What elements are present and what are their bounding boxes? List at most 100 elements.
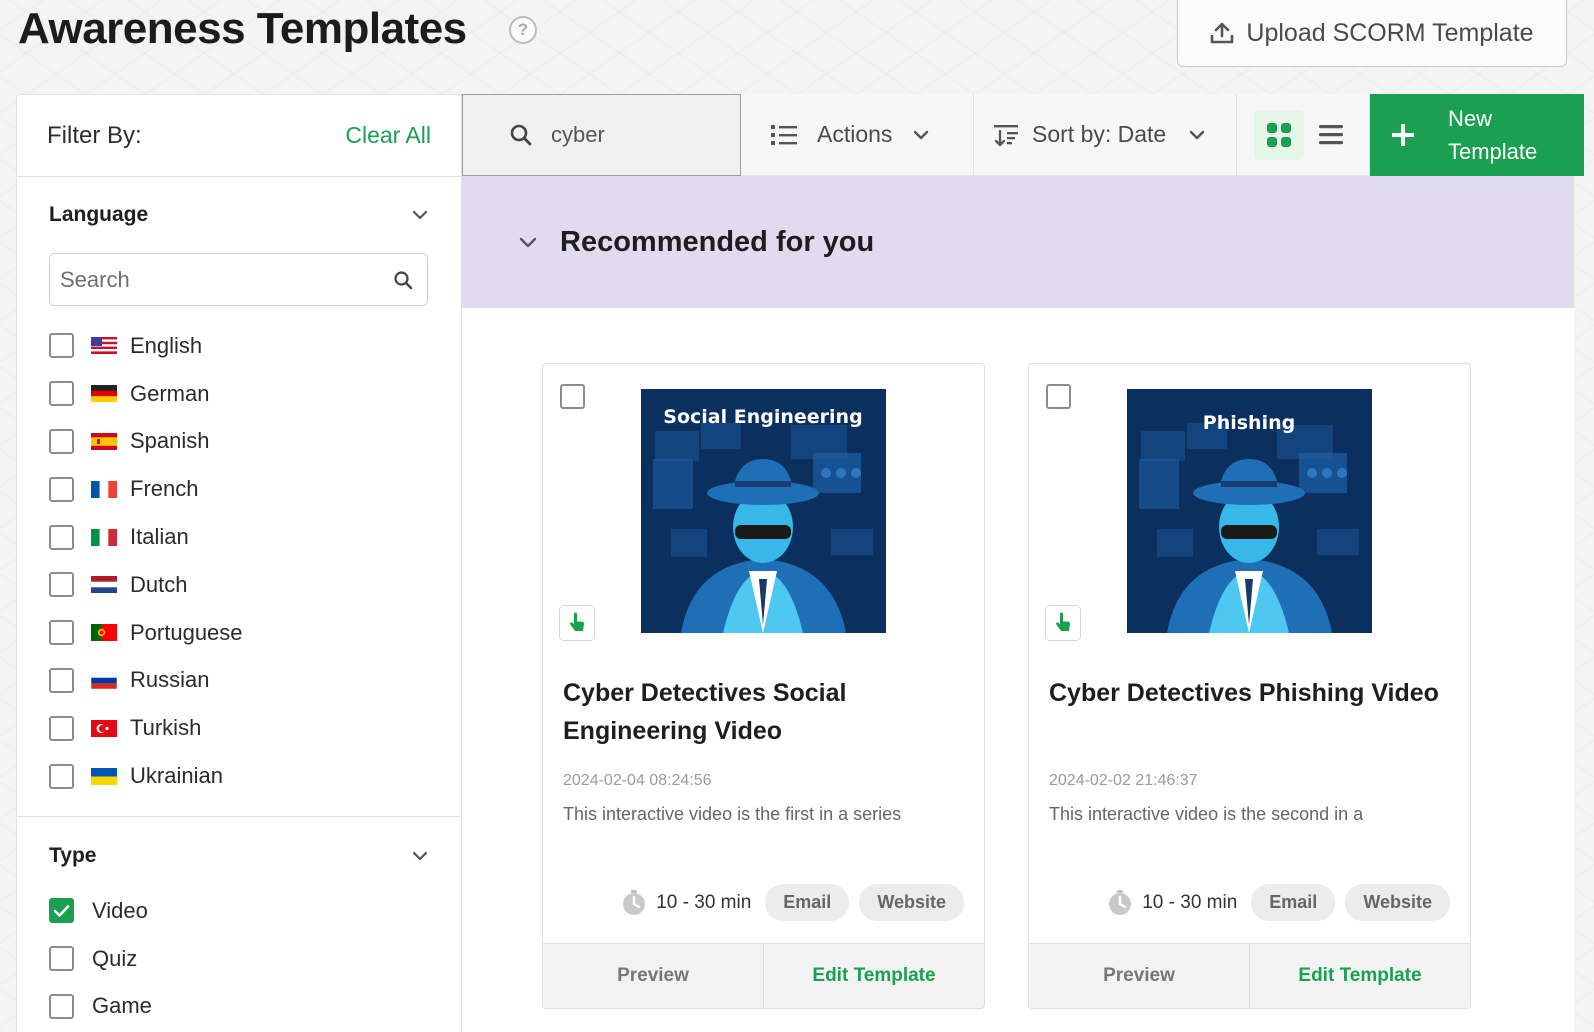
template-search-field[interactable]: [462, 94, 741, 176]
touch-icon: [1056, 612, 1070, 631]
timer-icon: [623, 889, 646, 915]
language-option-french[interactable]: French: [49, 465, 429, 513]
card-date: 2024-02-04 08:24:56: [563, 772, 712, 789]
templates-main: Recommended for you Social Engineering C…: [462, 176, 1574, 1032]
card-meta: 10 - 30 min Email Website: [622, 884, 964, 921]
language-option-portuguese[interactable]: Portuguese: [49, 609, 429, 657]
language-checkbox[interactable]: [49, 620, 74, 646]
actions-dropdown[interactable]: Actions: [741, 94, 974, 176]
toolbar: Actions Sort by: Date New Template: [462, 94, 1584, 176]
language-option-spanish[interactable]: Spanish: [49, 418, 429, 466]
type-section-header[interactable]: Type: [49, 817, 429, 895]
sort-label: Sort by: Date: [1032, 121, 1167, 147]
type-section: Type Video Quiz Game: [17, 817, 461, 1030]
preview-button[interactable]: Preview: [543, 944, 764, 1008]
type-label: Video: [92, 897, 148, 923]
language-option-russian[interactable]: Russian: [49, 657, 429, 705]
tag-website: Website: [859, 884, 964, 921]
checkmark-icon: [53, 905, 70, 917]
new-template-label: New Template: [1448, 102, 1537, 168]
card-select-checkbox[interactable]: [560, 384, 585, 409]
edit-template-button[interactable]: Edit Template: [1250, 944, 1470, 1008]
language-section: Language English German Spanish: [17, 177, 461, 800]
tr-flag-icon: [91, 719, 117, 737]
template-search-input[interactable]: [551, 122, 721, 148]
type-checkbox[interactable]: [49, 946, 74, 972]
duration: 10 - 30 min: [622, 889, 752, 916]
nl-flag-icon: [91, 576, 117, 594]
language-checkbox[interactable]: [49, 381, 74, 407]
chevron-down-icon[interactable]: [411, 847, 429, 865]
language-option-dutch[interactable]: Dutch: [49, 561, 429, 609]
language-checkbox[interactable]: [49, 524, 74, 550]
type-label: Quiz: [92, 945, 138, 971]
template-thumbnail[interactable]: Social Engineering: [641, 389, 886, 633]
page-title: Awareness Templates: [18, 4, 467, 53]
sort-icon: [994, 124, 1018, 146]
language-label: Dutch: [130, 571, 188, 597]
language-checkbox[interactable]: [49, 572, 74, 598]
card-footer: Preview Edit Template: [1029, 943, 1470, 1008]
card-select-checkbox[interactable]: [1046, 384, 1071, 409]
interactive-badge: [1045, 605, 1081, 641]
template-thumbnail[interactable]: Phishing: [1127, 389, 1372, 633]
plus-icon: [1392, 124, 1414, 146]
language-search-input[interactable]: [60, 266, 360, 293]
type-option-video[interactable]: Video: [49, 887, 429, 935]
recommended-section-header[interactable]: Recommended for you: [462, 176, 1574, 308]
language-label: Turkish: [130, 715, 202, 741]
thumbnail-caption: Phishing: [1203, 412, 1295, 434]
list-view-button[interactable]: [1306, 110, 1356, 160]
edit-template-button[interactable]: Edit Template: [764, 944, 984, 1008]
upload-scorm-button[interactable]: Upload SCORM Template: [1177, 0, 1567, 67]
type-checkbox[interactable]: [49, 993, 74, 1019]
list-icon: [771, 124, 797, 145]
language-option-ukrainian[interactable]: Ukrainian: [49, 752, 429, 800]
chevron-down-icon[interactable]: [411, 206, 429, 224]
language-option-italian[interactable]: Italian: [49, 513, 429, 561]
view-toggle: [1237, 94, 1370, 176]
language-checkbox[interactable]: [49, 715, 74, 741]
language-search-field[interactable]: [49, 253, 428, 306]
it-flag-icon: [91, 528, 117, 546]
new-template-label-line2: Template: [1448, 139, 1538, 164]
language-label: English: [130, 332, 203, 358]
chevron-down-icon: [914, 130, 929, 139]
language-checkbox[interactable]: [49, 333, 74, 359]
language-checkbox[interactable]: [49, 763, 74, 789]
card-meta: 10 - 30 min Email Website: [1108, 884, 1450, 921]
type-option-game[interactable]: Game: [49, 983, 429, 1031]
language-option-german[interactable]: German: [49, 370, 429, 418]
language-checkbox[interactable]: [49, 476, 74, 502]
language-label: French: [130, 476, 199, 502]
language-label: Italian: [130, 524, 189, 550]
es-flag-icon: [91, 432, 117, 450]
card-description: This interactive video is the first in a…: [563, 804, 902, 824]
sort-dropdown[interactable]: Sort by: Date: [974, 94, 1237, 176]
new-template-button[interactable]: New Template: [1370, 94, 1584, 176]
new-template-label-line1: New: [1448, 106, 1493, 131]
type-option-quiz[interactable]: Quiz: [49, 935, 429, 983]
language-section-header[interactable]: Language: [49, 177, 429, 253]
type-label: Game: [92, 993, 152, 1019]
language-option-turkish[interactable]: Turkish: [49, 704, 429, 752]
type-section-title: Type: [49, 843, 97, 867]
preview-button[interactable]: Preview: [1029, 944, 1250, 1008]
grid-view-button[interactable]: [1254, 109, 1304, 160]
card-title[interactable]: Cyber Detectives Social Engineering Vide…: [563, 674, 963, 750]
clear-all-link[interactable]: Clear All: [345, 122, 431, 149]
language-option-english[interactable]: English: [49, 322, 429, 370]
duration-label: 10 - 30 min: [656, 891, 752, 913]
tag-email: Email: [1251, 884, 1336, 921]
chevron-down-icon[interactable]: [518, 232, 538, 252]
duration-label: 10 - 30 min: [1142, 891, 1238, 913]
filter-title: Filter By:: [47, 121, 142, 149]
us-flag-icon: [91, 337, 117, 355]
language-checkbox[interactable]: [49, 428, 74, 454]
help-icon[interactable]: ?: [509, 16, 537, 44]
type-checkbox-checked[interactable]: [49, 898, 74, 924]
template-card: Phishing Cyber Detectives Phishing Video…: [1028, 363, 1471, 1009]
card-title[interactable]: Cyber Detectives Phishing Video: [1049, 674, 1449, 712]
language-checkbox[interactable]: [49, 667, 74, 693]
de-flag-icon: [91, 385, 117, 403]
